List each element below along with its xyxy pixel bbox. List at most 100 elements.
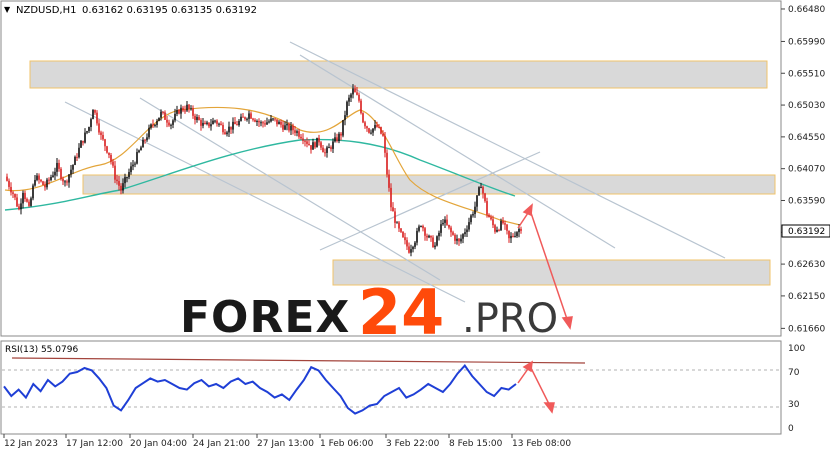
candle-body <box>132 164 134 167</box>
candle-body <box>114 165 116 180</box>
candle-body <box>384 135 386 153</box>
candle-body <box>24 192 26 199</box>
candle-body <box>308 143 310 146</box>
candle-body <box>360 100 362 114</box>
candle-body <box>122 183 124 191</box>
candle-body <box>110 154 112 162</box>
candle-body <box>38 175 40 180</box>
candle-body <box>284 125 286 130</box>
candle-body <box>198 117 200 121</box>
candle-body <box>196 117 198 120</box>
candle-body <box>202 122 204 126</box>
candle-body <box>76 156 78 158</box>
candle-body <box>226 132 228 135</box>
candle-body <box>6 176 8 181</box>
candle-body <box>244 117 246 120</box>
candle-body <box>176 110 178 114</box>
candle-body <box>490 217 492 220</box>
candle-body <box>120 185 122 191</box>
candle-body <box>210 124 212 127</box>
candle-body <box>204 122 206 125</box>
candle-body <box>464 232 466 235</box>
candle-body <box>44 184 46 188</box>
candle-body <box>188 104 190 109</box>
candle-body <box>258 120 260 123</box>
candle-body <box>54 171 56 176</box>
candle-body <box>208 122 210 127</box>
rsi-axis-label: 70 <box>788 368 800 378</box>
candle-body <box>22 192 24 204</box>
candle-body <box>432 237 434 248</box>
rsi-axis-label: 0 <box>788 424 794 434</box>
time-axis-label: 8 Feb 15:00 <box>449 439 503 449</box>
current-price-value: 0.63192 <box>788 227 825 237</box>
candle-body <box>10 186 12 193</box>
symbol-arrow-icon: ▼ <box>4 5 11 14</box>
candle-body <box>88 127 90 132</box>
candle-body <box>272 118 274 120</box>
candle-body <box>154 124 156 126</box>
price-axis-label: 0.64550 <box>788 133 825 143</box>
candle-body <box>262 122 264 124</box>
candle-body <box>412 246 414 250</box>
candle-body <box>286 123 288 126</box>
candle-body <box>338 133 340 142</box>
candle-body <box>356 92 358 95</box>
time-axis-label: 20 Jan 04:00 <box>130 439 187 449</box>
candle-body <box>172 120 174 125</box>
candle-body <box>90 119 92 128</box>
candle-body <box>374 125 376 129</box>
candle-body <box>518 228 520 233</box>
candle-body <box>128 172 130 178</box>
candle-body <box>470 215 472 223</box>
candle-body <box>112 161 114 166</box>
candle-body <box>184 110 186 112</box>
candle-body <box>390 187 392 208</box>
candle-body <box>300 136 302 139</box>
candle-body <box>216 120 218 124</box>
candle-body <box>126 177 128 179</box>
candle-body <box>474 206 476 215</box>
candle-body <box>246 118 248 120</box>
candle-body <box>498 229 500 231</box>
candle-body <box>492 219 494 226</box>
candle-body <box>238 120 240 126</box>
candle-body <box>124 177 126 184</box>
candle-body <box>342 120 344 136</box>
candle-body <box>460 238 462 242</box>
candle-body <box>56 162 58 172</box>
candle-body <box>220 123 222 125</box>
candle-body <box>86 131 88 133</box>
candle-body <box>32 185 34 199</box>
candle-body <box>316 137 318 148</box>
candle-body <box>18 206 20 210</box>
candle-body <box>314 142 316 148</box>
candle-body <box>224 132 226 135</box>
candle-body <box>252 118 254 120</box>
candle-body <box>304 140 306 142</box>
candle-body <box>290 125 292 131</box>
candle-body <box>428 235 430 238</box>
candle-body <box>504 223 506 225</box>
candle-body <box>256 120 258 122</box>
candle-body <box>456 238 458 241</box>
current-price-tag: 0.63192 <box>781 224 830 238</box>
time-axis-label: 13 Feb 08:00 <box>512 439 571 449</box>
candle-body <box>426 235 428 238</box>
candle-body <box>62 178 64 182</box>
rsi-axis-label: 30 <box>788 400 800 410</box>
candle-body <box>362 113 364 123</box>
candle-body <box>372 128 374 133</box>
candle-body <box>466 229 468 233</box>
candle-body <box>344 115 346 121</box>
candle-body <box>144 139 146 141</box>
symbol-label: NZDUSD,H1 <box>16 5 76 16</box>
candle-body <box>280 121 282 125</box>
candle-body <box>434 245 436 248</box>
candle-body <box>408 246 410 253</box>
candle-body <box>8 180 10 187</box>
candle-body <box>166 119 168 123</box>
candle-body <box>380 126 382 134</box>
candle-body <box>46 179 48 188</box>
candle-body <box>42 181 44 185</box>
